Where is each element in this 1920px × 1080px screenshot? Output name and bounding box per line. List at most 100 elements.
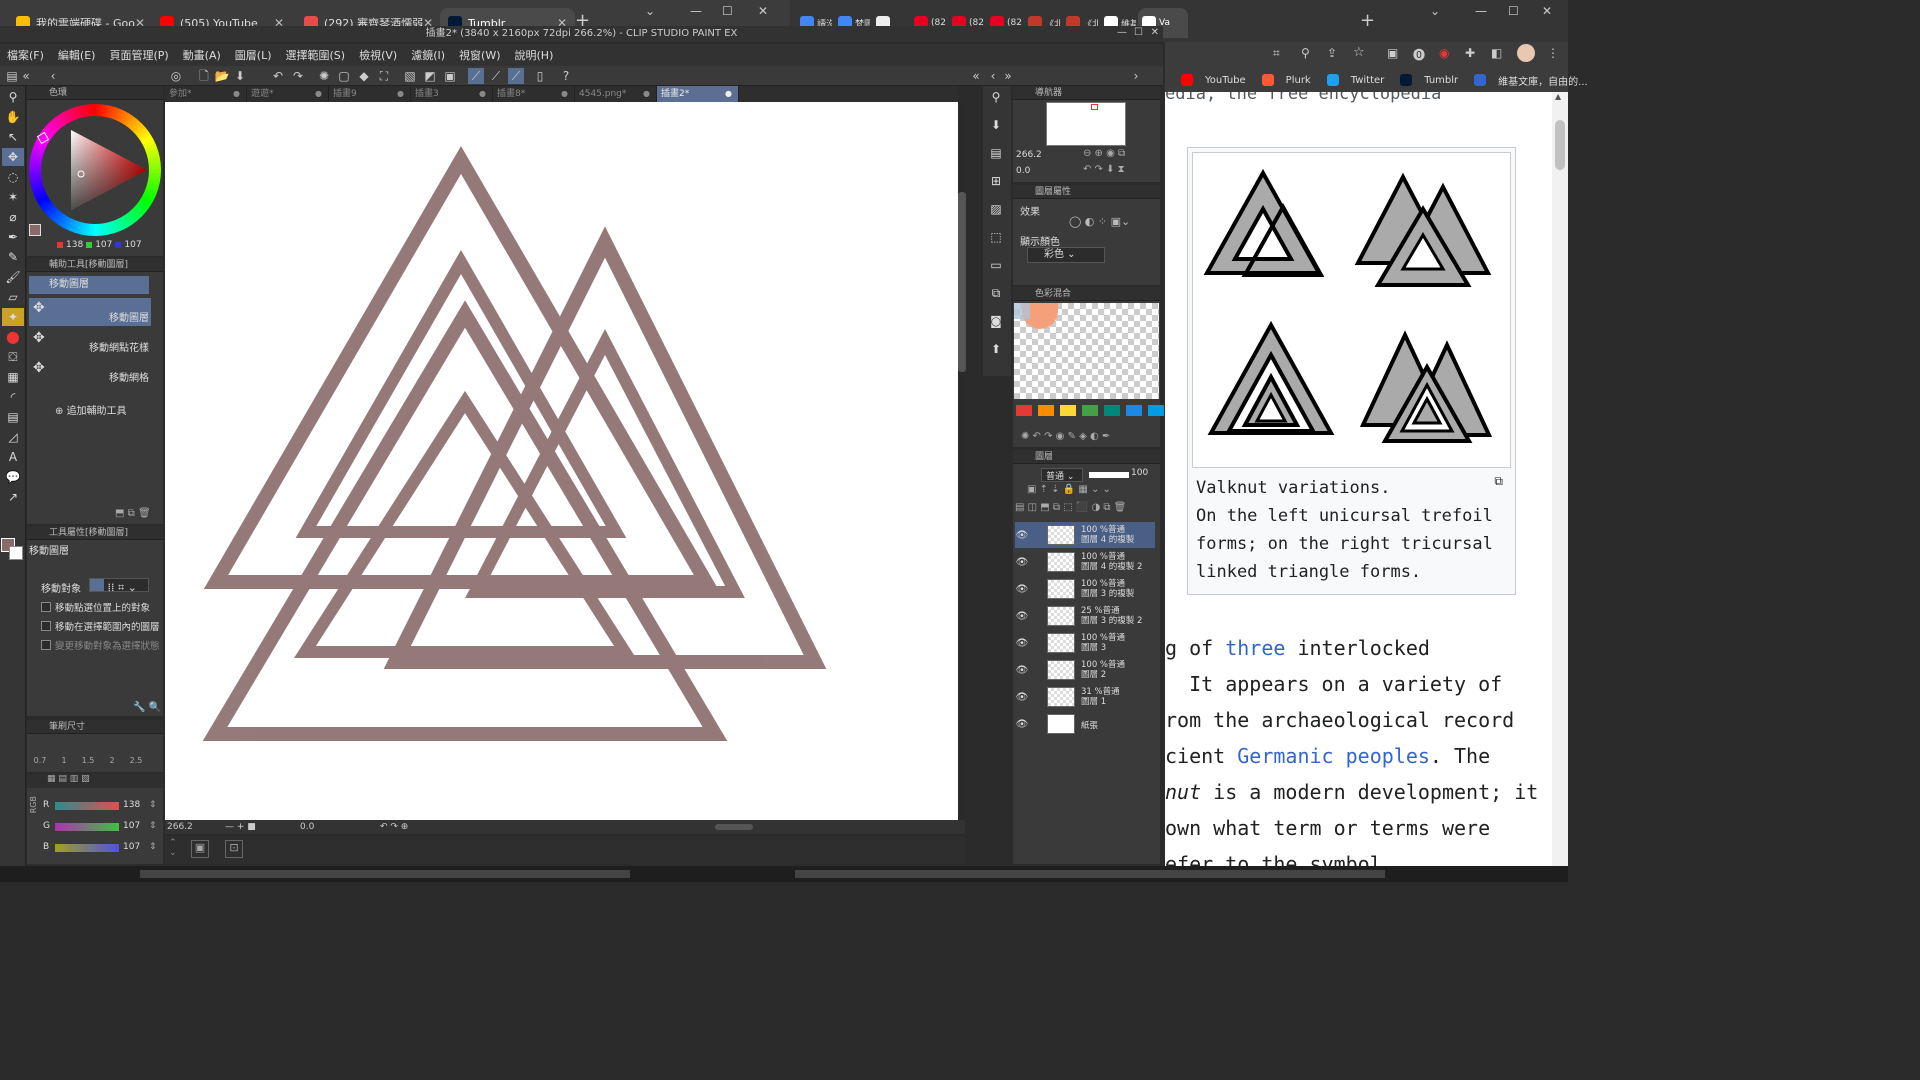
brush-size-preset[interactable]: 2.5 [127,756,145,765]
subtool-group-tab[interactable]: 移動圖層 [29,276,149,294]
add-subtool-button[interactable]: ⊕ 追加輔助工具 [55,402,127,417]
layer-row[interactable]: 👁 100 %普通 圖層 4 的複製 2 [1015,549,1155,575]
zoom-icon[interactable]: ⚲ [1301,46,1310,60]
blend-mode-select[interactable]: 普通 ⌄ [1041,468,1083,482]
magic-wand-icon[interactable]: ✶ [2,188,24,206]
nav-zoom[interactable]: 266.2 [1016,150,1042,160]
document-tab[interactable]: 參加* ● [165,86,247,102]
brush-tool-icon[interactable]: 🖌 [2,268,24,286]
subtool-item[interactable]: ✥ 移動圖層 [29,298,151,326]
document-tab[interactable]: 4545.png* ● [575,86,657,102]
tool-option-checkbox[interactable]: 移動點選位置上的對象 [41,600,150,614]
close-icon[interactable]: ✕ [758,4,768,18]
decoration-tool-icon[interactable]: ✦ [2,308,24,326]
layer-row[interactable]: 👁 紙張 [1015,711,1155,737]
move-tool-icon[interactable]: ✥ [2,148,24,166]
menu-item[interactable]: 頁面管理(P) [102,47,175,63]
menu-item[interactable]: 編輯(E) [51,47,103,63]
chevron-left-icon[interactable]: ‹ [985,68,1001,84]
scroll-thumb[interactable] [1555,120,1565,170]
channel-slider[interactable] [55,844,119,852]
csp-close-icon[interactable]: ✕ [1151,27,1159,38]
close-icon[interactable]: ✕ [1542,4,1552,18]
brush-size-preset[interactable]: 0.7 [31,756,49,765]
share-icon[interactable]: ⇪ [1327,46,1337,60]
chevron-right-icon[interactable]: › [1128,68,1144,84]
tab-close-icon[interactable]: ● [397,86,404,102]
chevron-down-icon[interactable]: ⌄ [1430,4,1440,18]
layer-row[interactable]: 👁 100 %普通 圖層 3 的複製 [1015,576,1155,602]
channel-value[interactable]: 107 [123,821,140,831]
layer-action-icons[interactable]: ▤ ◫ ⬒ ⧉ ⬚ ⬛ ◑ ⧉ 🗑 [1015,502,1126,513]
tab-close-icon[interactable]: ● [479,86,486,102]
pen-tool-icon[interactable]: ✒ [2,228,24,246]
wiki-link[interactable]: three [1225,636,1285,660]
color-swatch[interactable] [1126,405,1142,416]
minimize-icon[interactable]: — [690,4,702,18]
tab-close-icon[interactable]: ● [725,86,732,102]
drawing-canvas[interactable] [165,102,958,820]
color-swatch[interactable] [1082,405,1098,416]
camera-icon[interactable]: ◙ [985,312,1007,330]
zoom-tool-icon[interactable]: ⚲ [2,88,24,106]
grid-snap-icon[interactable]: ⟋ [508,68,524,84]
open-file-icon[interactable]: 📂 [214,68,230,84]
tool-option-checkbox[interactable]: 移動在選擇範圍內的圖層 [41,619,160,633]
folder-icon[interactable]: ▭ [985,256,1007,274]
menu-item[interactable]: 視窗(W) [452,47,507,63]
eye-icon[interactable]: 👁 [1015,719,1029,730]
slider-tabs[interactable]: ▦ ▤ ▥ ▧ [27,774,163,788]
kebab-menu-icon[interactable]: ⋮ [1547,46,1559,60]
rotate-controls[interactable]: ↶ ↷ ⊕ [380,820,408,834]
document-tab[interactable]: 遊遊* ● [247,86,329,102]
star-icon[interactable]: ☆ [1353,45,1365,60]
nav-zoom-controls[interactable]: ⊖ ⊕ ◉ ⧉ [1083,148,1125,159]
chevron-left-icon[interactable]: ‹ [45,68,61,84]
eyedropper-icon[interactable]: ⌀ [2,208,24,226]
maximize-icon[interactable]: ☐ [722,4,733,18]
eye-icon[interactable]: 👁 [1015,557,1029,568]
bookmark-item[interactable]: YouTube [1173,74,1246,86]
document-tab[interactable]: 插畫9 ● [329,86,411,102]
special-ruler-icon[interactable]: ⟋ [488,68,504,84]
menu-item[interactable]: 檢視(V) [352,47,404,63]
chevron-down-icon[interactable]: ⌄ [645,4,655,18]
page-scrollbar[interactable]: ▲ ▼ [1552,92,1568,882]
subtool-item[interactable]: ✥ 移動網點花樣 [29,328,151,356]
extension-icon-2[interactable]: ⓿ [1413,46,1425,63]
layer-row[interactable]: 👁 25 %普通 圖層 3 的複製 2 [1015,603,1155,629]
brush-size-preset[interactable]: 1.5 [79,756,97,765]
valknut-variations-image[interactable] [1192,152,1511,468]
correct-line-tool-icon[interactable]: ↗ [2,488,24,506]
nav-rotate-controls[interactable]: ↶ ↷ ⬇ ⧗ [1083,164,1125,175]
search-icon[interactable]: ⚲ [985,88,1007,106]
h-scroll-thumb-2[interactable] [795,870,1385,878]
opacity-value[interactable]: 100 [1131,468,1148,478]
avatar[interactable] [1517,44,1535,62]
main-color-swatch[interactable] [1,538,23,560]
eye-icon[interactable]: 👁 [1015,638,1029,649]
sidepanel-icon[interactable]: ◧ [1491,46,1502,60]
layer-row[interactable]: 👁 100 %普通 圖層 2 [1015,657,1155,683]
wiki-link[interactable]: Germanic peoples [1237,744,1430,768]
material-icon[interactable]: ▤ [985,144,1007,162]
display-color-select[interactable]: 彩色 ⌄ [1027,247,1105,263]
extension-icon[interactable]: ▣ [1387,46,1398,60]
eye-icon[interactable]: 👁 [1015,530,1029,541]
bookmark-item[interactable]: Tumblr [1392,74,1458,86]
saturation-triangle[interactable] [29,104,161,236]
fill-icon[interactable]: ◆ [356,68,372,84]
tab-close-icon[interactable]: ● [643,86,650,102]
scroll-arrows[interactable]: ⌃ ⌄ [169,838,177,858]
select-clear-icon[interactable]: ▧ [402,68,418,84]
channel-slider[interactable] [55,823,119,831]
clip-studio-icon[interactable]: ◎ [168,68,184,84]
phone-icon[interactable]: ▯ [532,68,548,84]
blend-tool-icon[interactable]: ⬤ [2,328,24,346]
new-tab-button-right[interactable]: + [1360,10,1375,31]
collapse-right-icon[interactable]: « [968,68,984,84]
csp-minimize-icon[interactable]: — [1117,27,1127,38]
extension-icon-3[interactable]: ◉ [1439,46,1449,60]
fg-color-chip[interactable] [29,224,43,238]
eye-icon[interactable]: 👁 [1015,611,1029,622]
